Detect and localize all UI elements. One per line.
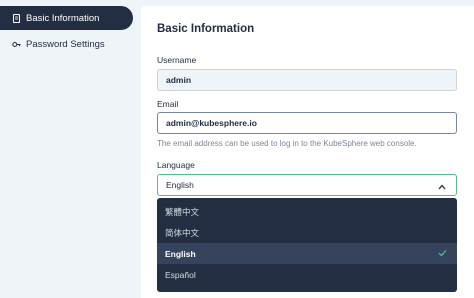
email-value: admin@kubesphere.io xyxy=(166,118,257,128)
document-icon xyxy=(12,13,21,23)
key-icon xyxy=(12,40,21,49)
username-label: Username xyxy=(157,55,197,65)
language-select[interactable]: English xyxy=(157,174,457,196)
language-option[interactable]: Español xyxy=(157,264,457,285)
language-selected-value: English xyxy=(166,180,194,190)
language-option-selected[interactable]: English xyxy=(157,243,457,264)
email-hint: The email address can be used to log in … xyxy=(157,139,417,148)
basic-information-panel: Basic Information Username admin Email a… xyxy=(141,6,474,298)
sidebar-item-password-settings[interactable]: Password Settings xyxy=(0,32,133,56)
username-value: admin xyxy=(166,75,192,85)
sidebar-item-label: Basic Information xyxy=(26,12,100,24)
language-option[interactable]: 繁體中文 xyxy=(157,201,457,222)
username-field: admin xyxy=(157,69,457,91)
option-label: English xyxy=(165,248,196,259)
option-label: 简体中文 xyxy=(165,227,200,238)
language-label: Language xyxy=(157,160,195,170)
sidebar-item-label: Password Settings xyxy=(26,38,105,50)
chevron-up-icon xyxy=(438,182,446,190)
option-label: 繁體中文 xyxy=(165,206,200,217)
page-title: Basic Information xyxy=(157,23,255,35)
language-option[interactable]: 简体中文 xyxy=(157,222,457,243)
sidebar: Basic Information Password Settings xyxy=(0,0,140,298)
check-icon xyxy=(438,249,447,257)
option-label: Español xyxy=(165,269,196,280)
email-label: Email xyxy=(157,99,179,109)
email-field[interactable]: admin@kubesphere.io xyxy=(157,112,457,134)
language-dropdown: 繁體中文 简体中文 English Español xyxy=(157,198,457,292)
sidebar-item-basic-information[interactable]: Basic Information xyxy=(0,6,133,30)
